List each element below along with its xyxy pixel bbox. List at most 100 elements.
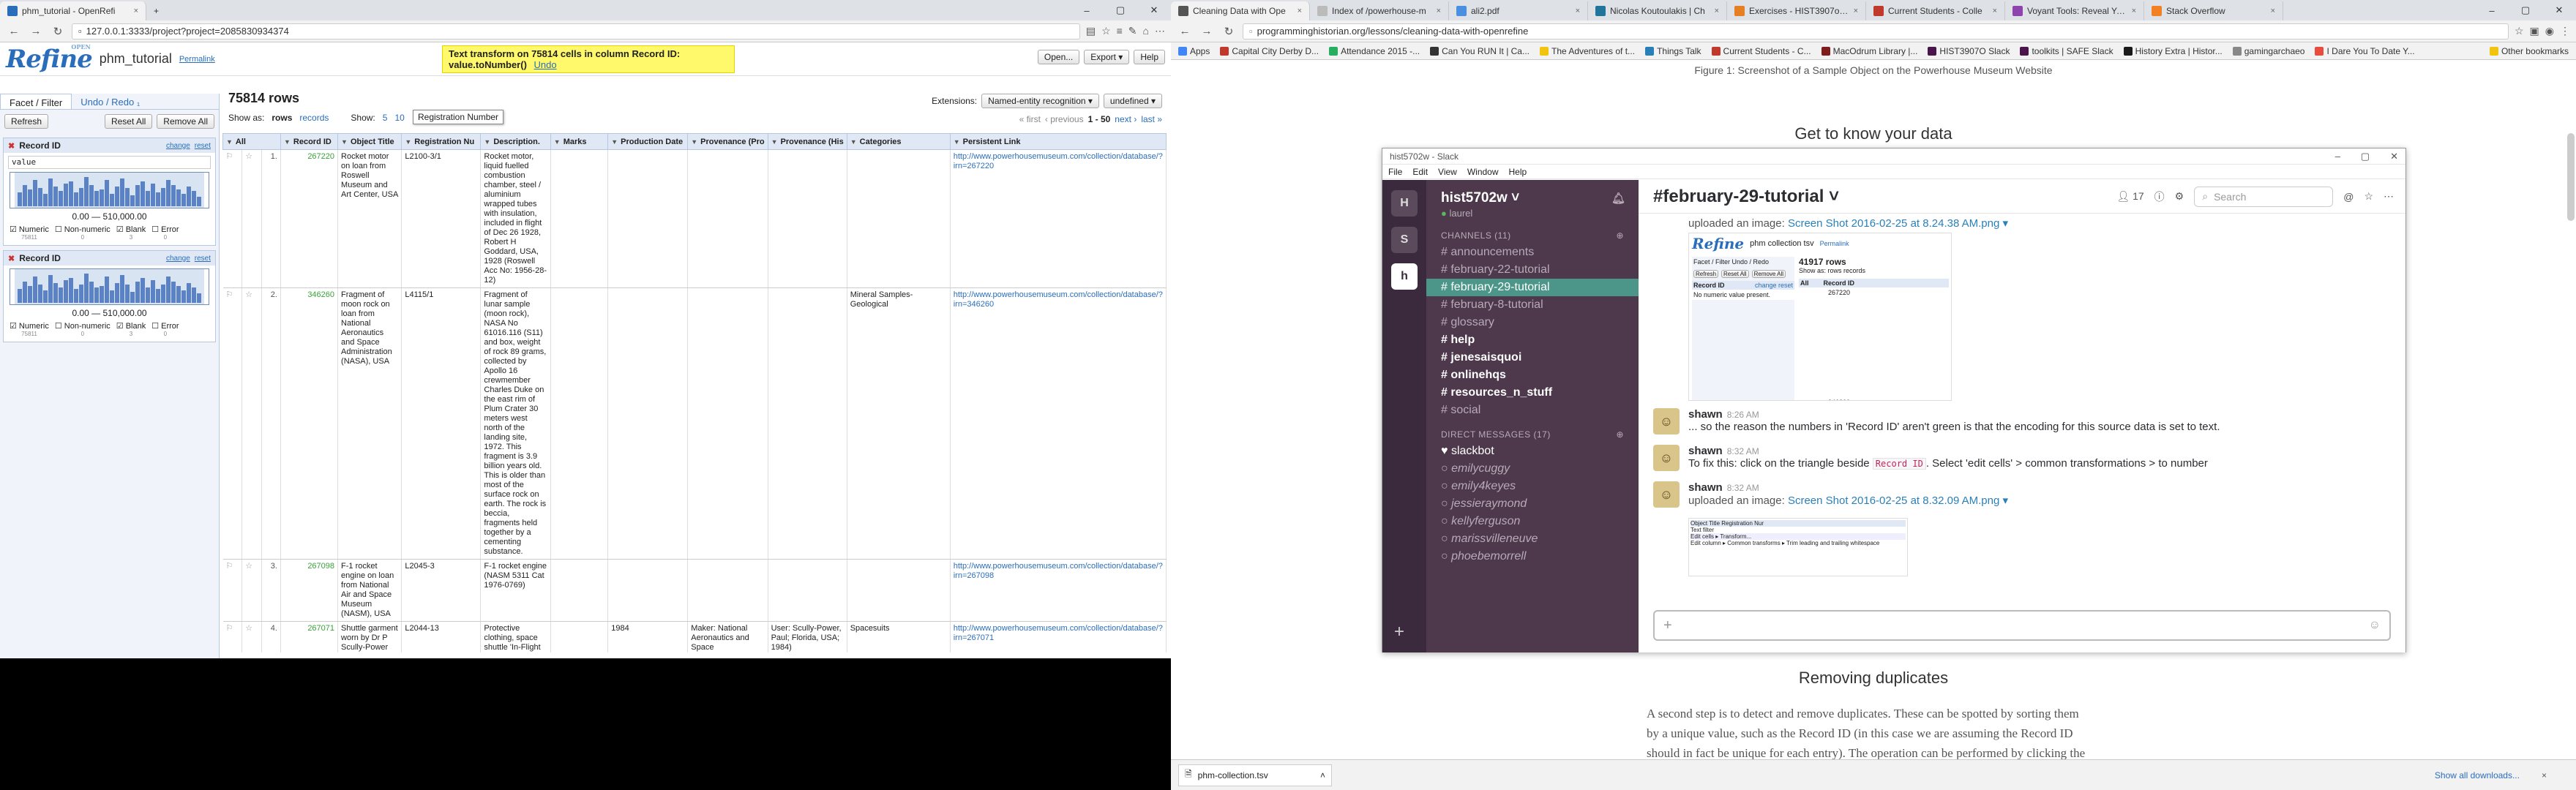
col-object-title[interactable]: ▼ Object Title xyxy=(337,133,402,150)
col-production-date[interactable]: ▼ Production Date xyxy=(607,133,689,150)
mention-icon[interactable]: @ xyxy=(2343,191,2354,203)
cell-registration[interactable]: L2044-13 xyxy=(401,621,482,652)
star-icon[interactable]: ☆ xyxy=(1101,25,1111,37)
notice-undo-link[interactable]: Undo xyxy=(534,59,557,70)
remove-facet-icon[interactable]: ✖ xyxy=(8,254,15,263)
star-row-icon[interactable]: ☆ xyxy=(242,559,262,622)
channel-item[interactable]: # february-22-tutorial xyxy=(1426,261,1639,279)
bookmark-item[interactable]: Current Students - C... xyxy=(1711,46,1811,56)
close-tab-icon[interactable]: × xyxy=(1298,7,1302,15)
cell-record-id[interactable]: 267071 xyxy=(280,621,339,652)
channel-item[interactable]: # glossary xyxy=(1426,314,1639,331)
cell-categories[interactable] xyxy=(847,559,951,622)
cell-production-date[interactable] xyxy=(607,287,689,560)
cell-object-title[interactable]: F-1 rocket engine on loan from National … xyxy=(337,559,402,622)
channel-item[interactable]: # february-8-tutorial xyxy=(1426,296,1639,314)
search-input[interactable]: ⌕ Search xyxy=(2194,186,2334,207)
cell-persistent-link[interactable]: http://www.powerhousemuseum.com/collecti… xyxy=(950,149,1167,288)
close-window-icon[interactable]: ✕ xyxy=(2390,151,2398,162)
browser-tab[interactable]: Current Students - Colle × xyxy=(1866,1,2005,20)
browser-tab[interactable]: Stack Overflow × xyxy=(2144,1,2283,20)
bookmark-item[interactable]: Capital City Derby D... xyxy=(1220,46,1319,56)
bookmark-item[interactable]: MacOdrum Library |... xyxy=(1821,46,1917,56)
back-icon[interactable]: ← xyxy=(1177,23,1193,40)
cell-provenance-pro[interactable]: Maker: National Aeronautics and Space Ad… xyxy=(687,621,768,652)
team-s[interactable]: S xyxy=(1391,227,1418,253)
maximize-icon[interactable]: ▢ xyxy=(1104,0,1137,20)
minimize-icon[interactable]: – xyxy=(1070,0,1104,20)
col-all[interactable]: ▼ All xyxy=(222,133,281,150)
pager-last[interactable]: last » xyxy=(1141,114,1162,124)
show-records-link[interactable]: records xyxy=(299,113,329,123)
close-window-icon[interactable]: ✕ xyxy=(2542,0,2576,20)
error-check[interactable]: ☐ Error 0 xyxy=(151,321,179,337)
close-download-bar-icon[interactable]: × xyxy=(2542,770,2547,780)
channel-item[interactable]: # jenesaisquoi xyxy=(1426,349,1639,366)
open-button[interactable]: Open... xyxy=(1037,50,1080,64)
browser-tab[interactable]: ali2.pdf × xyxy=(1449,1,1588,20)
bookmark-item[interactable]: Attendance 2015 -... xyxy=(1329,46,1420,56)
flag-icon[interactable]: ⚐ xyxy=(222,621,243,652)
dm-item[interactable]: ○ marissvilleneuve xyxy=(1426,530,1639,548)
cell-object-title[interactable]: Shuttle garment worn by Dr P Scully-Powe… xyxy=(337,621,402,652)
star-icon[interactable]: ☆ xyxy=(2515,25,2524,37)
show-all-downloads-link[interactable]: Show all downloads... xyxy=(2435,770,2520,780)
address-bar[interactable]: ▫ 127.0.0.1:3333/project?project=2085830… xyxy=(72,23,1080,40)
flag-icon[interactable]: ⚐ xyxy=(222,149,243,288)
pen-icon[interactable]: ✎ xyxy=(1128,25,1137,37)
cell-registration[interactable]: L2045-3 xyxy=(401,559,482,622)
message-author[interactable]: shawn xyxy=(1688,481,1723,494)
cell-production-date[interactable] xyxy=(607,559,689,622)
reload-icon[interactable]: ↻ xyxy=(50,23,66,40)
dm-item[interactable]: ○ phoebemorrell xyxy=(1426,548,1639,565)
tab-openrefine[interactable]: phm_tutorial - OpenRefi × xyxy=(0,1,146,20)
info-icon[interactable]: ⓘ xyxy=(2154,189,2165,204)
bookmark-item[interactable]: toolkits | SAFE Slack xyxy=(2020,46,2113,56)
col-registration[interactable]: ▼ Registration Nu xyxy=(401,133,482,150)
channel-item[interactable]: # onlinehqs xyxy=(1426,366,1639,384)
avatar[interactable]: ☺ xyxy=(1653,481,1680,508)
menu-window[interactable]: Window xyxy=(1467,167,1499,177)
menu-file[interactable]: File xyxy=(1388,167,1402,177)
channel-item[interactable]: # february-29-tutorial xyxy=(1426,279,1639,296)
user-status[interactable]: ● laurel xyxy=(1426,206,1639,220)
close-tab-icon[interactable]: × xyxy=(1437,7,1441,15)
avatar[interactable]: ☺ xyxy=(1653,408,1680,434)
cell-provenance-pro[interactable] xyxy=(687,149,768,288)
browser-tab[interactable]: Voyant Tools: Reveal Your × xyxy=(2005,1,2144,20)
close-tab-icon[interactable]: × xyxy=(134,7,138,15)
star-icon[interactable]: ☆ xyxy=(2364,190,2373,203)
add-team-icon[interactable]: + xyxy=(1394,622,1404,642)
menu-help[interactable]: Help xyxy=(1509,167,1527,177)
close-tab-icon[interactable]: × xyxy=(1576,7,1580,15)
dm-header[interactable]: DIRECT MESSAGES (17) ⊕ xyxy=(1426,419,1639,443)
close-tab-icon[interactable]: × xyxy=(2271,7,2275,15)
cell-categories[interactable]: Spacesuits xyxy=(847,621,951,652)
cell-provenance-his[interactable]: User: Scully-Power, Paul; Florida, USA; … xyxy=(768,621,847,652)
extension-icon[interactable]: ▣ xyxy=(2530,25,2539,37)
permalink-link[interactable]: Permalink xyxy=(179,55,215,64)
channel-title[interactable]: #february-29-tutorial ˅ xyxy=(1653,187,1839,207)
cell-persistent-link[interactable]: http://www.powerhousemuseum.com/collecti… xyxy=(950,287,1167,560)
menu-view[interactable]: View xyxy=(1438,167,1457,177)
bookmark-item[interactable]: The Adventures of t... xyxy=(1539,46,1635,56)
extension-icon[interactable]: ◉ xyxy=(2545,25,2554,37)
facet-histogram[interactable] xyxy=(10,172,209,208)
col-persistent-link[interactable]: ▼ Persistent Link xyxy=(949,133,1167,150)
page-scrollbar[interactable] xyxy=(2567,133,2575,221)
screenshot-thumbnail-2[interactable]: Object Title Registration Nur Text filte… xyxy=(1688,518,1908,576)
show-5-link[interactable]: 5 xyxy=(383,113,388,123)
star-row-icon[interactable]: ☆ xyxy=(242,621,262,652)
channel-item[interactable]: # social xyxy=(1426,402,1639,419)
bell-icon[interactable]: 🔔︎ xyxy=(1611,192,1625,205)
col-record-id[interactable]: ▼ Record ID xyxy=(280,133,339,150)
members-icon[interactable]: 👤︎ 17 xyxy=(2116,190,2143,203)
reset-all-button[interactable]: Reset All xyxy=(104,114,153,129)
bookmark-item[interactable]: History Extra | Histor... xyxy=(2123,46,2223,56)
pager-next[interactable]: next › xyxy=(1115,114,1137,124)
message-author[interactable]: shawn xyxy=(1688,445,1723,457)
browser-tab[interactable]: Cleaning Data with Ope × xyxy=(1171,1,1310,20)
cell-persistent-link[interactable]: http://www.powerhousemuseum.com/collecti… xyxy=(950,559,1167,622)
more-icon[interactable]: ⋯ xyxy=(1155,25,1165,37)
col-provenance-pro[interactable]: ▼ Provenance (Pro xyxy=(687,133,768,150)
